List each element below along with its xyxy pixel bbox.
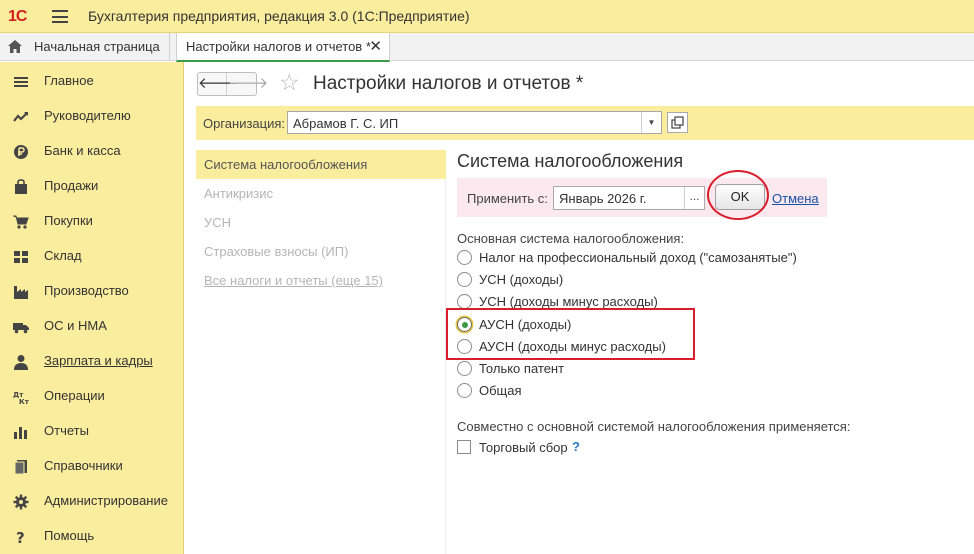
sidebar-item-reports[interactable]: Отчеты	[0, 414, 184, 449]
sidebar-item-sales[interactable]: Продажи	[0, 169, 184, 204]
sidebar-item-fixed-assets[interactable]: ОС и НМА	[0, 309, 184, 344]
main-menu-icon[interactable]	[52, 10, 68, 23]
history-nav: 🡐 🡒	[197, 72, 268, 96]
radio-button[interactable]	[457, 361, 472, 376]
cancel-link[interactable]: Отмена	[772, 191, 819, 206]
trade-fee-option[interactable]: Торговый сбор ?	[457, 438, 657, 458]
forward-button[interactable]: 🡒	[228, 73, 268, 95]
section-title: Система налогообложения	[457, 151, 684, 171]
chevron-down-icon[interactable]: ▼	[641, 112, 661, 133]
apply-from-value: Январь 2026 г.	[559, 191, 647, 206]
radio-npd[interactable]: Налог на профессиональный доход ("самоза…	[457, 248, 877, 268]
help-icon: ?	[16, 529, 25, 545]
sidebar: Главное Руководителю Банк и касса Продаж…	[0, 62, 184, 554]
sidebar-item-production[interactable]: Производство	[0, 274, 184, 309]
ausn-highlight-box	[446, 308, 695, 360]
cart-icon	[13, 215, 29, 229]
section-anticrisis[interactable]: Антикризис	[196, 179, 446, 208]
sidebar-item-administration[interactable]: Администрирование	[0, 484, 184, 519]
tab-tax-settings-label: Настройки налогов и отчетов *	[186, 39, 371, 54]
trade-fee-label: Торговый сбор	[479, 440, 568, 455]
radio-button[interactable]	[457, 294, 472, 309]
tabs-bar: Начальная страница Настройки налогов и о…	[0, 33, 974, 62]
organization-value: Абрамов Г. С. ИП	[293, 116, 399, 131]
sidebar-item-directories[interactable]: Справочники	[0, 449, 184, 484]
title-bar: 1С Бухгалтерия предприятия, редакция 3.0…	[0, 0, 974, 33]
sidebar-item-main[interactable]: Главное	[0, 64, 184, 99]
home-icon	[8, 40, 22, 53]
tab-tax-settings[interactable]: Настройки налогов и отчетов * ✕	[176, 33, 390, 62]
gear-icon	[13, 494, 29, 510]
sidebar-item-salary[interactable]: Зарплата и кадры	[0, 344, 184, 379]
apply-from-field[interactable]: Январь 2026 г. ...	[553, 186, 705, 210]
menu-lines-icon	[14, 77, 28, 87]
app-logo: 1С	[8, 8, 27, 25]
trade-fee-checkbox[interactable]	[457, 440, 471, 454]
svg-text:Кт: Кт	[19, 398, 29, 405]
sidebar-item-bank[interactable]: Банк и касса	[0, 134, 184, 169]
sidebar-item-help[interactable]: ? Помощь	[0, 519, 184, 554]
radio-button[interactable]	[457, 383, 472, 398]
shopping-bag-icon	[15, 179, 27, 194]
organization-field[interactable]: Абрамов Г. С. ИП ▼	[287, 111, 662, 134]
open-window-icon	[671, 116, 684, 129]
main-area: 🡐 🡒 ☆ Настройки налогов и отчетов * Орга…	[185, 62, 974, 554]
radio-button[interactable]	[457, 272, 472, 287]
dt-kt-icon: ДтКт	[13, 391, 29, 405]
sidebar-item-warehouse[interactable]: Склад	[0, 239, 184, 274]
ok-highlight-circle	[707, 170, 769, 220]
sections-list: Система налогообложения Антикризис УСН С…	[196, 150, 446, 554]
bar-chart-icon	[14, 427, 27, 439]
ruble-coin-icon	[14, 145, 28, 159]
svg-text:?: ?	[16, 529, 25, 545]
section-usn[interactable]: УСН	[196, 208, 446, 237]
organization-bar: Организация: Абрамов Г. С. ИП ▼	[196, 106, 974, 140]
apply-from-label: Применить с:	[467, 191, 548, 206]
open-organization-button[interactable]	[667, 112, 688, 133]
truck-icon	[13, 323, 29, 334]
radio-button[interactable]	[457, 250, 472, 265]
back-button[interactable]: 🡐	[198, 73, 238, 95]
app-title: Бухгалтерия предприятия, редакция 3.0 (1…	[88, 8, 470, 24]
help-icon[interactable]: ?	[572, 439, 580, 454]
trend-icon	[13, 112, 28, 122]
main-tax-system-label: Основная система налогообложения:	[457, 231, 685, 246]
close-icon[interactable]: ✕	[369, 37, 382, 55]
favorite-star-icon[interactable]: ☆	[279, 69, 300, 96]
sidebar-item-purchases[interactable]: Покупки	[0, 204, 184, 239]
warehouse-icon	[14, 251, 28, 263]
books-icon	[14, 460, 27, 475]
organization-label: Организация:	[203, 116, 286, 131]
page-title: Настройки налогов и отчетов *	[313, 73, 584, 94]
section-all-taxes-link[interactable]: Все налоги и отчеты (еще 15)	[196, 266, 446, 295]
sidebar-item-manager[interactable]: Руководителю	[0, 99, 184, 134]
radio-usn-income[interactable]: УСН (доходы)	[457, 270, 877, 290]
radio-patent-only[interactable]: Только патент	[457, 359, 877, 379]
section-insurance[interactable]: Страховые взносы (ИП)	[196, 237, 446, 266]
radio-general[interactable]: Общая	[457, 381, 877, 401]
select-period-button[interactable]: ...	[684, 187, 704, 209]
person-icon	[14, 355, 28, 370]
section-tax-system[interactable]: Система налогообложения	[196, 150, 446, 179]
tab-home[interactable]: Начальная страница	[0, 33, 170, 61]
sidebar-item-operations[interactable]: Дт Кт Операции	[0, 379, 184, 414]
factory-icon	[14, 286, 28, 299]
tab-home-label: Начальная страница	[34, 39, 160, 54]
additional-tax-label: Совместно с основной системой налогообло…	[457, 419, 851, 434]
